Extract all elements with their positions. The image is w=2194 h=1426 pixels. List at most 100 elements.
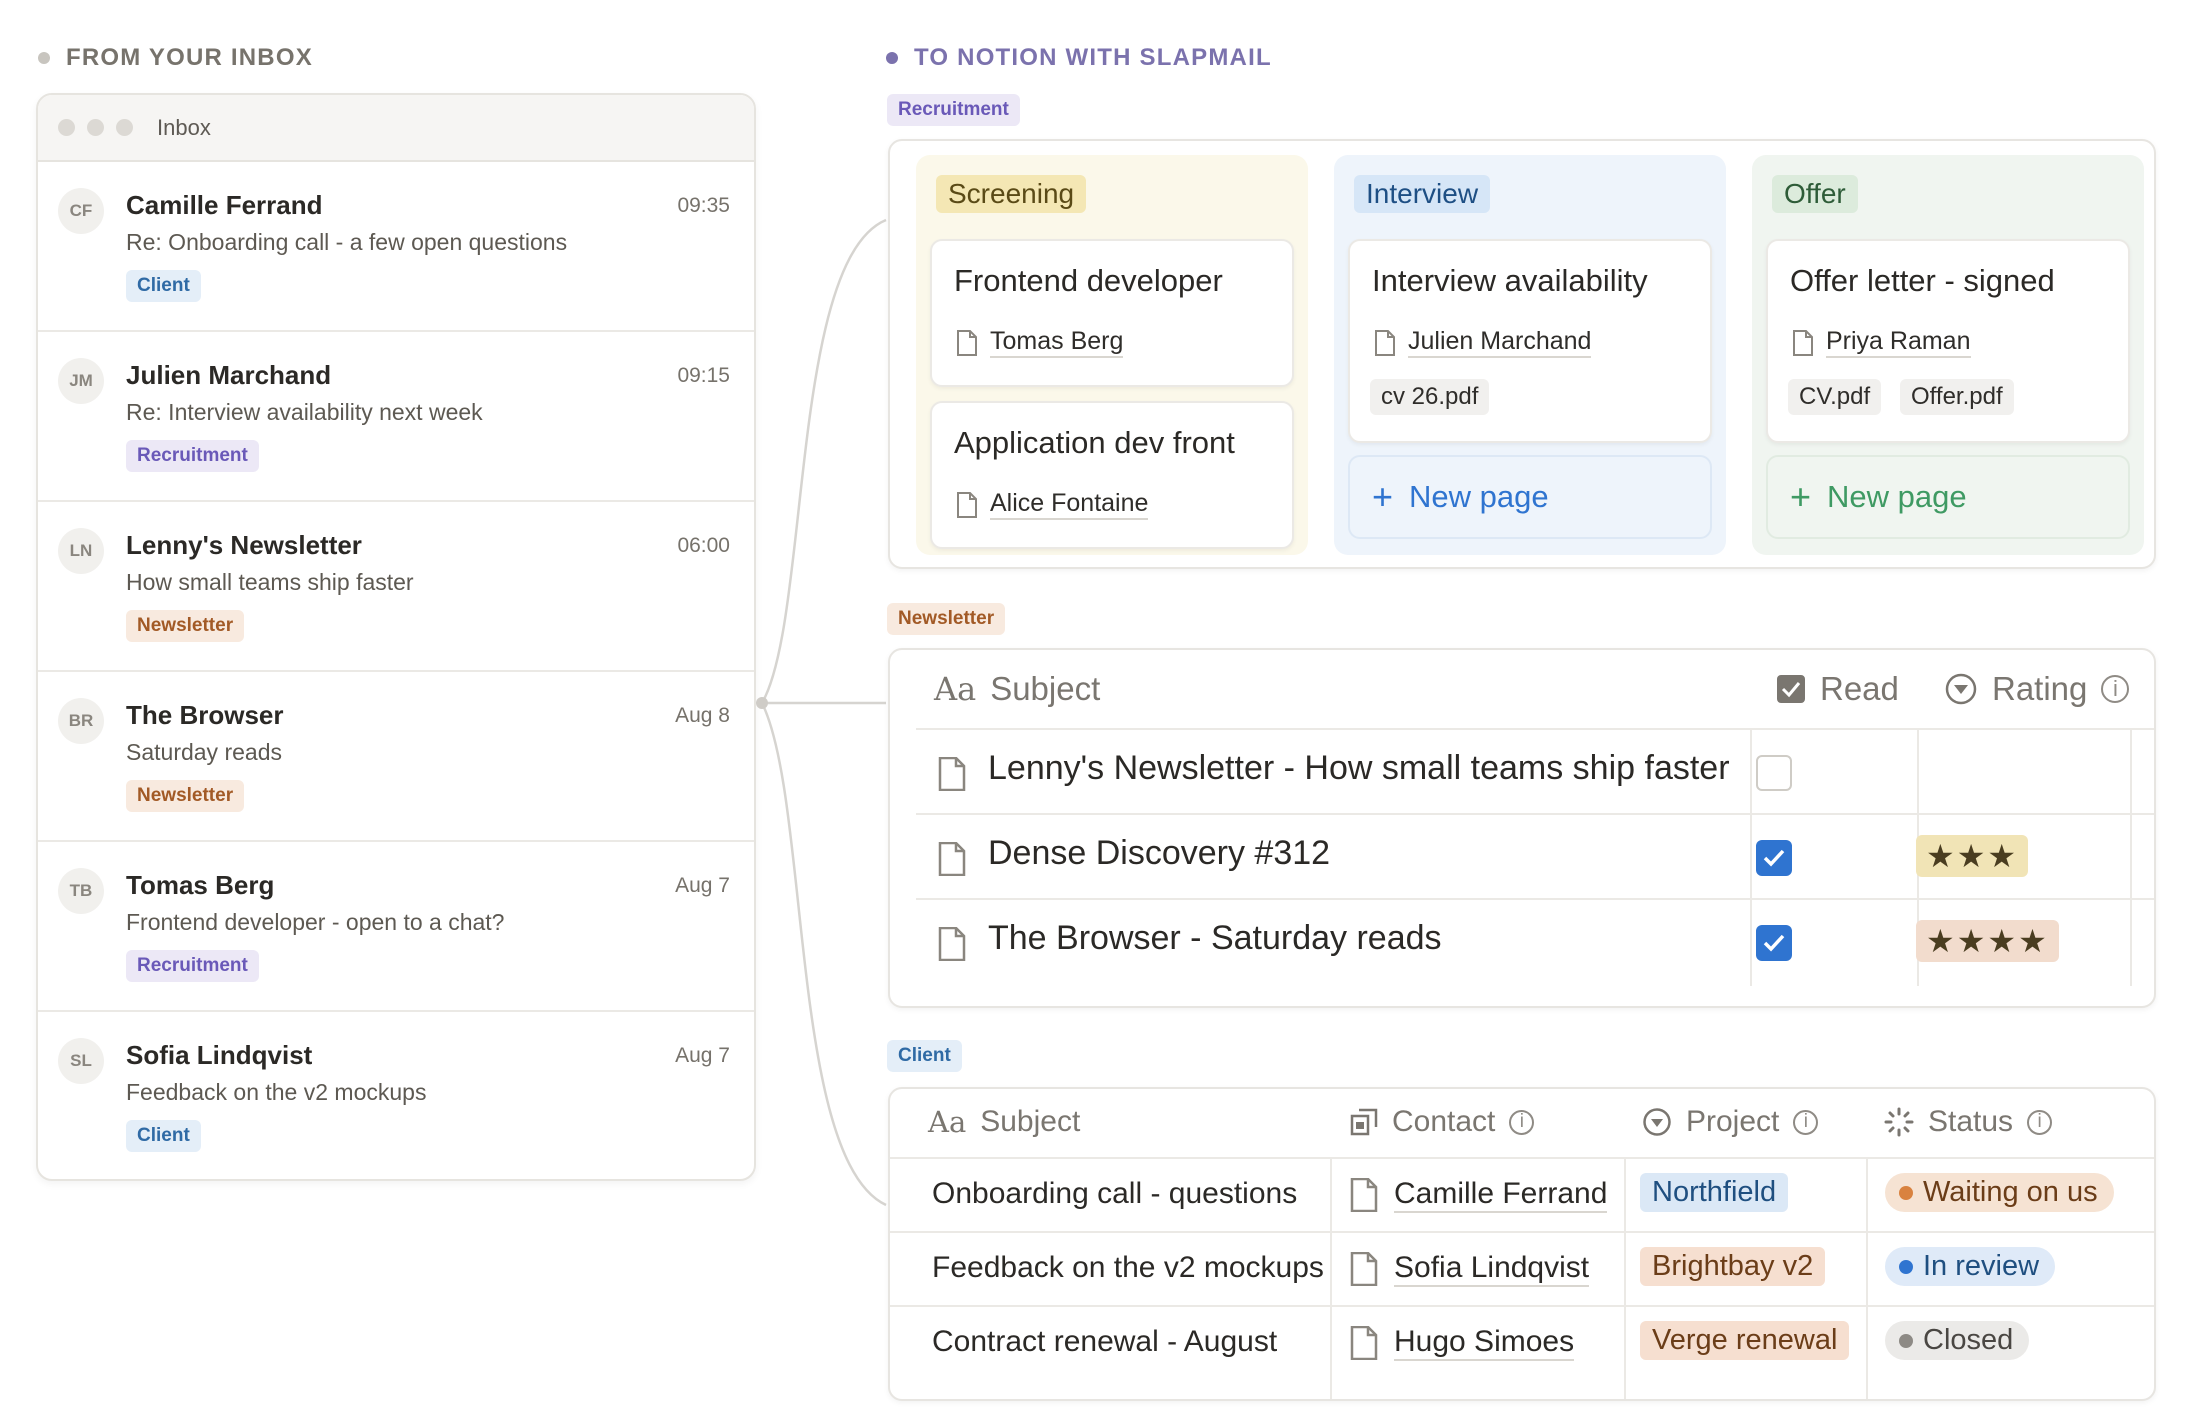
group-label-recruitment: Recruitment [887,94,1020,126]
person-name: Alice Fontaine [990,489,1149,520]
status-pill[interactable]: In review [1885,1247,2056,1286]
mail-subject: Frontend developer - open to a chat? [126,909,505,935]
project-tag[interactable]: Northfield [1640,1173,1789,1212]
project-tag[interactable]: Verge renewal [1640,1321,1850,1360]
file-chip[interactable]: cv 26.pdf [1370,379,1490,415]
file-chip[interactable]: CV.pdf [1788,379,1882,415]
card-title: Frontend developer [954,263,1223,298]
mail-item[interactable]: TB Tomas Berg Aug 7 Frontend developer -… [38,842,754,1012]
status-label: Closed [1923,1324,2014,1356]
mail-item[interactable]: CF Camille Ferrand 09:35 Re: Onboarding … [38,162,754,332]
table-row[interactable]: Onboarding call - questions Camille Ferr… [890,1157,2154,1231]
mail-item[interactable]: SL Sofia Lindqvist Aug 7 Feedback on the… [38,1012,754,1179]
project-tag[interactable]: Brightbay v2 [1640,1247,1826,1286]
connector-lines [756,218,887,1207]
table-row[interactable]: The Browser - Saturday reads ★★★★ [916,898,2154,983]
mail-sender: Camille Ferrand [126,190,323,220]
group-label-client: Client [887,1040,962,1072]
table-header: Aa Subject Read Rating i [890,650,2154,728]
row-subject[interactable]: Dense Discovery #312 [988,834,1330,873]
window-maximize-dot[interactable] [116,119,133,136]
read-checkbox[interactable] [1756,925,1792,961]
relation-property-icon [1350,1108,1378,1136]
card-person[interactable]: Julien Marchand [1374,327,1592,358]
client-table: Aa Subject Contact i Project i Status i … [888,1087,2156,1401]
row-subject[interactable]: Contract renewal - August [932,1325,1277,1359]
mail-item[interactable]: LN Lenny's Newsletter 06:00 How small te… [38,502,754,672]
board-card[interactable]: Offer letter - signed Priya Raman CV.pdf… [1766,239,2130,443]
bullet-dot [886,52,898,64]
column-header-status[interactable]: Status i [1884,1105,2053,1139]
status-dot [1899,1333,1913,1348]
rating-stars[interactable]: ★★★★ [1916,920,2059,962]
row-subject[interactable]: Lenny's Newsletter - How small teams shi… [988,749,1730,788]
window-close-dot[interactable] [58,119,75,136]
document-icon [1375,329,1395,356]
document-icon [1350,1178,1378,1212]
table-row[interactable]: Dense Discovery #312 ★★★ [916,813,2154,898]
column-header-read[interactable]: Read [1776,670,1899,708]
mail-sender: Julien Marchand [126,360,332,390]
board-card[interactable]: Frontend developer Tomas Berg [930,239,1294,387]
rating-stars[interactable]: ★★★ [1916,835,2029,877]
new-page-label: New page [1409,479,1549,514]
column-header-label: Read [1820,670,1899,707]
mail-subject: How small teams ship faster [126,569,414,595]
table-row[interactable]: Contract renewal - August Hugo Simoes Ve… [890,1305,2154,1379]
board-card[interactable]: Interview availability Julien Marchand c… [1348,239,1712,443]
avatar: BR [58,698,104,744]
column-tag: Offer [1772,175,1858,213]
info-icon[interactable]: i [2027,1109,2053,1135]
status-pill[interactable]: Closed [1885,1321,2030,1360]
mail-tag: Client [126,1120,201,1152]
read-checkbox[interactable] [1756,755,1792,791]
file-chip[interactable]: Offer.pdf [1900,379,2014,415]
column-header-subject[interactable]: Aa Subject [934,670,1100,708]
table-row[interactable]: Lenny's Newsletter - How small teams shi… [916,728,2154,813]
column-header-rating[interactable]: Rating i [1944,670,2130,708]
column-header-label: Subject [990,670,1101,707]
status-label: Waiting on us [1923,1176,2098,1208]
mail-tag: Newsletter [126,610,245,642]
section-header-label: TO NOTION WITH SLAPMAIL [914,44,1272,71]
column-header-subject[interactable]: Aa Subject [928,1105,1080,1139]
mail-item[interactable]: BR The Browser Aug 8 Saturday reads News… [38,672,754,842]
select-property-icon [1643,1108,1671,1136]
column-header-contact[interactable]: Contact i [1350,1105,1535,1139]
info-icon[interactable]: i [1793,1109,1819,1135]
group-label-newsletter: Newsletter [887,603,1006,635]
table-row[interactable]: Feedback on the v2 mockups Sofia Lindqvi… [890,1231,2154,1305]
new-page-button[interactable]: + New page [1766,455,2130,539]
card-person[interactable]: Alice Fontaine [956,489,1149,520]
checkbox-property-icon [1777,675,1805,703]
status-pill[interactable]: Waiting on us [1885,1173,2114,1212]
row-subject[interactable]: Onboarding call - questions [932,1177,1297,1211]
window-minimize-dot[interactable] [87,119,104,136]
avatar: LN [58,528,104,574]
read-checkbox[interactable] [1756,840,1792,876]
document-icon [1350,1326,1378,1360]
column-header-label: Project [1686,1105,1780,1138]
recruitment-board: Screening Frontend developer Tomas Berg … [888,139,2156,569]
info-icon[interactable]: i [1509,1109,1535,1135]
card-person[interactable]: Tomas Berg [956,327,1124,358]
card-title: Application dev front [954,425,1235,460]
row-contact[interactable]: Hugo Simoes [1350,1325,1575,1361]
new-page-button[interactable]: + New page [1348,455,1712,539]
mail-item[interactable]: JM Julien Marchand 09:15 Re: Interview a… [38,332,754,502]
avatar: CF [58,188,104,234]
row-contact[interactable]: Sofia Lindqvist [1350,1251,1590,1287]
board-column-offer: Offer Offer letter - signed Priya Raman … [1752,155,2144,555]
mail-subject: Saturday reads [126,739,282,765]
row-subject[interactable]: The Browser - Saturday reads [988,919,1442,958]
document-icon [938,757,966,791]
card-person[interactable]: Priya Raman [1792,327,1971,358]
avatar: SL [58,1038,104,1084]
mail-time: 09:35 [677,194,730,217]
info-icon[interactable]: i [2101,675,2130,703]
board-card[interactable]: Application dev front Alice Fontaine [930,401,1294,549]
row-subject[interactable]: Feedback on the v2 mockups [932,1251,1324,1285]
column-header-project[interactable]: Project i [1642,1105,1819,1139]
row-contact[interactable]: Camille Ferrand [1350,1177,1608,1213]
card-title: Interview availability [1372,263,1648,298]
